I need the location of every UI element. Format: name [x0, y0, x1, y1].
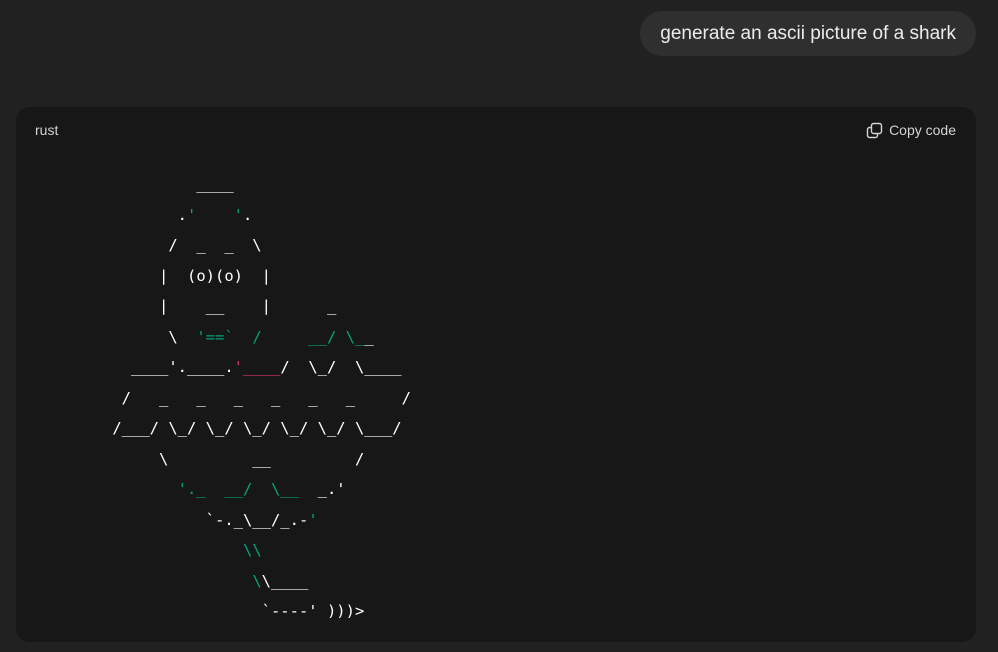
- ascii-line: '._ __/ \__ _.': [103, 480, 346, 498]
- ascii-line: / _ _ _ _ _ _ /: [103, 389, 411, 407]
- ascii-segment: \\: [242, 541, 262, 559]
- ascii-segment: __/ \_: [308, 327, 365, 346]
- ascii-segment: / \_/ \____: [280, 358, 402, 376]
- ascii-segment: '._ __/ \__: [177, 480, 299, 498]
- copy-code-button[interactable]: Copy code: [866, 122, 956, 139]
- ascii-line: `-._\__/_.-': [103, 511, 318, 529]
- ascii-line: \\: [103, 541, 262, 559]
- ascii-line: | __ | _: [103, 297, 336, 315]
- ascii-segment: | (o)(o) |: [103, 266, 271, 285]
- ascii-segment: ': [233, 205, 244, 224]
- ascii-segment: [103, 572, 252, 590]
- ascii-segment: '____: [233, 358, 281, 376]
- ascii-line: ____'.____.'____/ \_/ \____: [103, 358, 402, 376]
- user-message-text: generate an ascii picture of a shark: [660, 22, 956, 44]
- ascii-line: /___/ \_/ \_/ \_/ \_/ \_/ \___/: [103, 419, 402, 437]
- ascii-line: \ '==` / __/ \__: [103, 327, 374, 346]
- ascii-segment: `----' )))>: [103, 602, 365, 620]
- ascii-line: \ __ /: [103, 450, 364, 468]
- ascii-segment: ': [187, 205, 197, 224]
- ascii-line: | (o)(o) |: [103, 267, 271, 285]
- ascii-segment: /___/ \_/ \_/ \_/ \_/ \_/ \___/: [103, 419, 402, 437]
- code-header: rust Copy code: [16, 107, 976, 153]
- ascii-segment: ': [308, 510, 318, 529]
- ascii-line: `----' )))>: [103, 602, 365, 620]
- copy-icon: [866, 122, 883, 139]
- ascii-segment: [196, 206, 233, 224]
- code-language-label: rust: [35, 122, 59, 138]
- ascii-segment: \: [252, 571, 262, 590]
- ascii-segment: ____'.____.: [103, 358, 234, 376]
- ascii-art-shark: ____ .' '. / _ _ \ | (o)(o) | | __ | _ \…: [103, 169, 411, 627]
- code-body: ____ .' '. / _ _ \ | (o)(o) | | __ | _ \…: [16, 169, 976, 639]
- ascii-segment: \ __ /: [103, 449, 365, 468]
- ascii-segment: '==` /: [196, 327, 262, 346]
- ascii-segment: / _ _ \: [103, 236, 262, 254]
- user-message: generate an ascii picture of a shark: [640, 11, 976, 56]
- ascii-segment: [103, 480, 178, 498]
- code-block: rust Copy code ____ .' '. / _ _ \ | (o)(…: [16, 107, 976, 642]
- ascii-line: .' '.: [103, 205, 253, 224]
- ascii-segment: \: [103, 327, 197, 346]
- ascii-segment: [103, 541, 243, 559]
- ascii-line: / _ _ \: [103, 236, 262, 254]
- ascii-line: \\____: [103, 572, 308, 590]
- ascii-segment: .: [103, 205, 187, 224]
- ascii-segment: .: [243, 205, 253, 224]
- ascii-segment: `-._\__/_.-: [103, 510, 309, 529]
- ascii-segment: _.': [298, 480, 346, 498]
- ascii-segment: \____: [261, 571, 309, 590]
- ascii-segment: ____: [103, 175, 234, 193]
- copy-code-label: Copy code: [889, 122, 956, 138]
- ascii-segment: _: [364, 327, 374, 346]
- ascii-line: ____: [103, 175, 234, 193]
- ascii-segment: | __ | _: [103, 297, 337, 315]
- ascii-segment: / _ _ _ _ _ _ /: [103, 388, 411, 407]
- ascii-segment: [262, 328, 309, 346]
